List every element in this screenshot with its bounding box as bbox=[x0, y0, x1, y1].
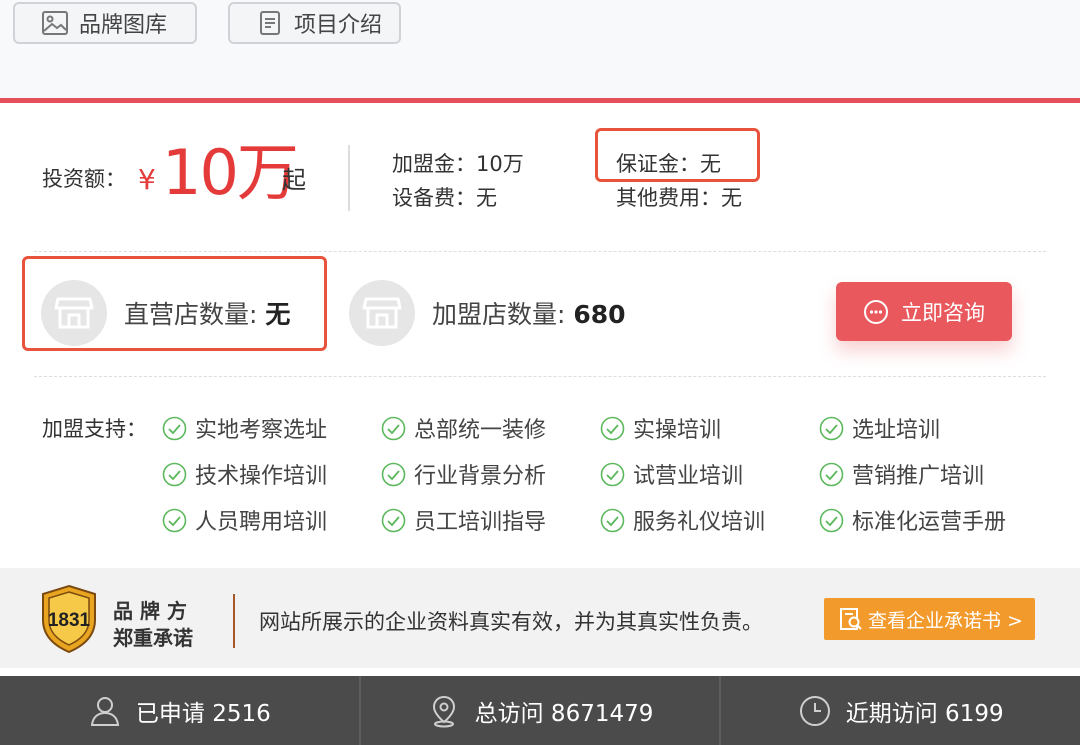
support-item-label: 人员聘用培训 bbox=[195, 510, 328, 535]
stat-applied-label: 已申请 2516 bbox=[135, 700, 271, 727]
document-icon bbox=[260, 11, 280, 35]
support-item: 总部统一装修 bbox=[381, 412, 546, 444]
consult-now-button[interactable]: 立即咨询 bbox=[836, 282, 1012, 341]
check-circle-icon bbox=[600, 462, 625, 486]
support-item-label: 员工培训指导 bbox=[414, 510, 547, 535]
check-circle-icon bbox=[819, 508, 844, 532]
chat-bubble-icon bbox=[864, 299, 888, 324]
user-icon bbox=[90, 696, 120, 726]
brand-title-line1: 品牌方 bbox=[113, 599, 194, 623]
support-item-label: 技术操作培训 bbox=[195, 464, 328, 489]
dashed-divider bbox=[34, 376, 1046, 377]
investment-label: 投资额： bbox=[42, 167, 126, 191]
franchise-store-value: 680 bbox=[573, 300, 626, 329]
check-circle-icon bbox=[600, 508, 625, 532]
dashed-divider bbox=[34, 251, 1046, 252]
support-item: 标准化运营手册 bbox=[819, 504, 1006, 536]
support-item: 员工培训指导 bbox=[381, 504, 546, 536]
franchise-fee: 加盟金：10万 bbox=[392, 152, 524, 176]
support-label: 加盟支持： bbox=[42, 417, 147, 441]
stat-total-visits: 总访问 8671479 bbox=[361, 676, 722, 745]
price-divider bbox=[348, 145, 350, 211]
brand-badge-shield-icon: 1831 bbox=[42, 584, 96, 654]
support-item-label: 试营业培训 bbox=[633, 464, 744, 489]
support-item-label: 行业背景分析 bbox=[414, 464, 547, 489]
support-item: 实操培训 bbox=[600, 412, 721, 444]
direct-store-highlight-box bbox=[22, 256, 327, 351]
support-item-label: 营销推广培训 bbox=[852, 464, 985, 489]
tab-project-intro[interactable]: 项目介绍 bbox=[228, 2, 401, 44]
stat-applied: 已申请 2516 bbox=[0, 676, 361, 745]
brand-title-line2: 郑重承诺 bbox=[113, 626, 193, 650]
consult-now-label: 立即咨询 bbox=[901, 300, 985, 325]
support-item-label: 选址培训 bbox=[852, 418, 941, 443]
brand-badge-number: 1831 bbox=[48, 610, 91, 631]
support-item: 服务礼仪培训 bbox=[600, 504, 765, 536]
support-item: 实地考察选址 bbox=[162, 412, 327, 444]
check-circle-icon bbox=[600, 416, 625, 440]
view-pledge-button[interactable]: 查看企业承诺书 > bbox=[824, 598, 1035, 640]
tab-project-intro-label: 项目介绍 bbox=[294, 13, 383, 38]
check-circle-icon bbox=[381, 462, 406, 486]
brand-statement: 网站所展示的企业资料真实有效，并为其真实性负责。 bbox=[259, 610, 763, 634]
top-tab-bar: 品牌图库 项目介绍 bbox=[0, 0, 1080, 100]
franchise-store-label: 加盟店数量: bbox=[432, 300, 574, 329]
check-circle-icon bbox=[162, 462, 187, 486]
brand-divider bbox=[233, 594, 235, 648]
other-fees: 其他费用：无 bbox=[616, 186, 742, 210]
check-circle-icon bbox=[381, 416, 406, 440]
stat-total-visits-label: 总访问 8671479 bbox=[474, 700, 654, 727]
support-item: 营销推广培训 bbox=[819, 458, 984, 490]
support-item-label: 服务礼仪培训 bbox=[633, 510, 766, 535]
storefront-icon bbox=[362, 297, 402, 329]
stat-recent-visits: 近期访问 6199 bbox=[721, 676, 1080, 745]
check-circle-icon bbox=[162, 508, 187, 532]
check-circle-icon bbox=[819, 416, 844, 440]
view-pledge-label: 查看企业承诺书 > bbox=[868, 609, 1023, 632]
section-divider-red bbox=[0, 98, 1080, 103]
check-circle-icon bbox=[381, 508, 406, 532]
investment-currency: ¥ bbox=[138, 163, 156, 196]
equipment-fee: 设备费：无 bbox=[392, 186, 497, 210]
investment-suffix: 起 bbox=[282, 166, 306, 194]
tab-brand-gallery-label: 品牌图库 bbox=[79, 13, 168, 38]
location-pin-icon bbox=[432, 695, 455, 727]
support-item: 技术操作培训 bbox=[162, 458, 327, 490]
support-item-label: 标准化运营手册 bbox=[852, 510, 1007, 535]
tab-brand-gallery[interactable]: 品牌图库 bbox=[13, 2, 197, 44]
image-icon bbox=[42, 11, 68, 35]
support-item-label: 总部统一装修 bbox=[414, 418, 547, 443]
franchise-store-icon-circle bbox=[349, 280, 415, 346]
support-item-label: 实地考察选址 bbox=[195, 418, 328, 443]
clock-icon bbox=[799, 695, 830, 726]
support-item: 选址培训 bbox=[819, 412, 940, 444]
support-item: 行业背景分析 bbox=[381, 458, 546, 490]
stat-recent-visits-label: 近期访问 6199 bbox=[845, 700, 1004, 727]
check-circle-icon bbox=[162, 416, 187, 440]
franchise-store-count: 加盟店数量: 680 bbox=[432, 295, 626, 331]
investment-amount: 10万 bbox=[162, 136, 299, 209]
support-item: 人员聘用培训 bbox=[162, 504, 327, 536]
deposit-highlight-box bbox=[595, 128, 760, 182]
support-item: 试营业培训 bbox=[600, 458, 743, 490]
check-circle-icon bbox=[819, 462, 844, 486]
support-item-label: 实操培训 bbox=[633, 418, 722, 443]
stats-bar: 已申请 2516 总访问 8671479 近期访问 6199 bbox=[0, 676, 1080, 745]
document-search-icon bbox=[840, 608, 862, 630]
